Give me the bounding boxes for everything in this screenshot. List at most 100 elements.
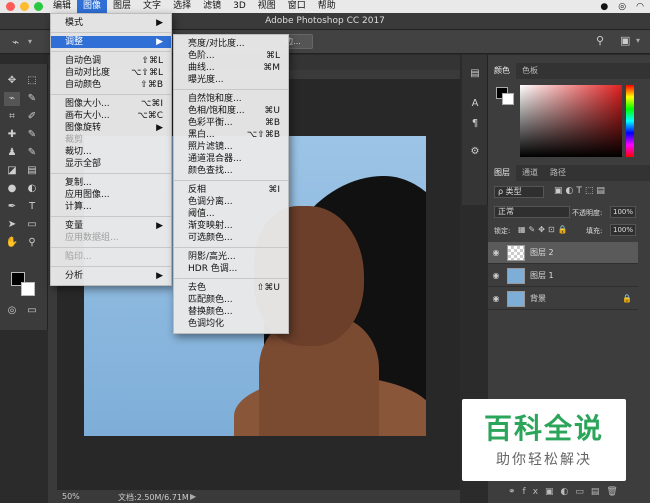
path-select-icon[interactable]: ➤ (4, 218, 20, 232)
menu-item[interactable]: 模式 ▶ (51, 17, 171, 29)
menu-item[interactable]: 通道混合器... (174, 153, 288, 165)
menu-layer[interactable]: 图层 (107, 0, 137, 13)
layer-row[interactable]: ◉ 背景 🔒 (488, 288, 638, 310)
bg-color-chip[interactable] (502, 93, 514, 105)
workspace-dropdown-icon[interactable]: ▾ (636, 36, 640, 45)
layer-kind-filter[interactable]: ρ 类型 (494, 186, 544, 198)
minimize-window-icon[interactable] (20, 2, 29, 11)
tab-layers[interactable]: 图层 (488, 165, 516, 181)
lasso-tool-icon[interactable]: ⌁ (4, 92, 20, 106)
weibo-icon[interactable]: ◎ (618, 2, 626, 12)
menu-item[interactable]: 亮度/对比度... (174, 38, 288, 50)
dodge-tool-icon[interactable]: ◐ (24, 182, 40, 196)
menu-item[interactable]: 色阶... ⌘L (174, 50, 288, 62)
quick-select-tool-icon[interactable]: ✎ (24, 92, 40, 106)
menu-item[interactable]: 色相/饱和度... ⌘U (174, 105, 288, 117)
menu-help[interactable]: 帮助 (312, 0, 342, 13)
menu-item[interactable]: 反相 ⌘I (174, 184, 288, 196)
menu-image[interactable]: 图像 (77, 0, 108, 13)
paragraph-panel-icon[interactable]: ¶ (467, 117, 483, 131)
menu-item[interactable]: 调整 ▶ (51, 36, 171, 48)
menu-type[interactable]: 文字 (137, 0, 167, 13)
blend-mode-select[interactable]: 正常 (494, 206, 570, 218)
brush-tool-icon[interactable]: ✎ (24, 128, 40, 142)
lock-icons[interactable]: ▦✎✥⊡🔒 (518, 225, 571, 234)
menu-item[interactable]: 复制... (51, 177, 171, 189)
tab-paths[interactable]: 路径 (544, 165, 572, 181)
type-tool-icon[interactable]: T (24, 200, 40, 214)
layer-filter-icons[interactable]: ▣◐T⬚▤ (554, 186, 608, 196)
crop-tool-icon[interactable]: ⌗ (4, 110, 20, 124)
layer-row[interactable]: ◉ 图层 2 (488, 242, 638, 264)
opacity-input[interactable]: 100% (610, 206, 636, 218)
qq-icon[interactable]: ● (600, 2, 608, 12)
gradient-tool-icon[interactable]: ▤ (24, 164, 40, 178)
menu-item[interactable]: 自动对比度 ⌥⇧⌘L (51, 67, 171, 79)
zoom-tool-icon[interactable]: ⚲ (24, 236, 40, 250)
status-arrow-icon[interactable]: ▶ (190, 492, 196, 501)
hue-slider[interactable] (626, 85, 634, 157)
menu-item[interactable]: 自然饱和度... (174, 93, 288, 105)
menu-item[interactable]: 黑白... ⌥⇧⌘B (174, 129, 288, 141)
menu-item[interactable]: 分析 ▶ (51, 270, 171, 282)
zoom-window-icon[interactable] (34, 2, 43, 11)
menu-item[interactable]: 应用图像... (51, 189, 171, 201)
blur-tool-icon[interactable]: ● (4, 182, 20, 196)
menu-select[interactable]: 选择 (167, 0, 197, 13)
menu-item[interactable]: HDR 色调... (174, 263, 288, 275)
menu-item[interactable]: 曲线... ⌘M (174, 62, 288, 74)
menu-item[interactable]: 阈值... (174, 208, 288, 220)
menu-item[interactable]: 色调均化 (174, 318, 288, 330)
wifi-icon[interactable]: ◠ (636, 2, 644, 12)
close-window-icon[interactable] (6, 2, 15, 11)
tab-channels[interactable]: 通道 (516, 165, 544, 181)
menu-item[interactable]: 照片滤镜... (174, 141, 288, 153)
healing-brush-icon[interactable]: ✚ (4, 128, 20, 142)
menu-filter[interactable]: 滤镜 (197, 0, 227, 13)
tab-swatches[interactable]: 色板 (516, 63, 544, 79)
move-tool-icon[interactable]: ✥ (4, 74, 20, 88)
shape-tool-icon[interactable]: ▭ (24, 218, 40, 232)
clone-stamp-icon[interactable]: ♟ (4, 146, 20, 160)
character-panel-icon[interactable]: A (467, 97, 483, 111)
visibility-eye-icon[interactable]: ◉ (488, 271, 504, 280)
menu-item[interactable]: 变量 ▶ (51, 220, 171, 232)
menu-item[interactable]: 显示全部 (51, 158, 171, 170)
menu-view[interactable]: 视图 (252, 0, 282, 13)
search-icon[interactable]: ⚲ (596, 34, 604, 47)
menu-item[interactable]: 阴影/高光... (174, 251, 288, 263)
menu-item[interactable]: 颜色查找... (174, 165, 288, 177)
menu-3d[interactable]: 3D (227, 0, 252, 13)
menu-item[interactable]: 自动颜色 ⇧⌘B (51, 79, 171, 91)
color-spectrum[interactable] (520, 85, 622, 157)
menu-item[interactable]: 图像大小... ⌥⌘I (51, 98, 171, 110)
eraser-tool-icon[interactable]: ◪ (4, 164, 20, 178)
menu-item[interactable]: 色调分离... (174, 196, 288, 208)
menu-item[interactable]: 曝光度... (174, 74, 288, 86)
menu-item[interactable]: 匹配颜色... (174, 294, 288, 306)
menu-item[interactable]: 图像旋转 ▶ (51, 122, 171, 134)
marquee-tool-icon[interactable]: ⬚ (24, 74, 40, 88)
menu-window[interactable]: 窗口 (282, 0, 312, 13)
screen-mode-icon[interactable]: ▭ (24, 304, 40, 318)
menu-item[interactable]: 可选颜色... (174, 232, 288, 244)
history-brush-icon[interactable]: ✎ (24, 146, 40, 160)
zoom-level[interactable]: 50% (62, 492, 80, 501)
pen-tool-icon[interactable]: ✒ (4, 200, 20, 214)
menu-item[interactable]: 裁切... (51, 146, 171, 158)
workspace-icon[interactable]: ▣ (620, 34, 630, 47)
properties-panel-icon[interactable]: ⚙ (467, 145, 483, 159)
quick-mask-icon[interactable]: ◎ (4, 304, 20, 318)
background-color-swatch[interactable] (21, 282, 35, 296)
menu-edit[interactable]: 编辑 (47, 0, 77, 13)
hand-tool-icon[interactable]: ✋ (4, 236, 20, 250)
menu-item[interactable]: 计算... (51, 201, 171, 213)
layer-row[interactable]: ◉ 图层 1 (488, 265, 638, 287)
visibility-eye-icon[interactable]: ◉ (488, 248, 504, 257)
menu-item[interactable]: 自动色调 ⇧⌘L (51, 55, 171, 67)
fill-input[interactable]: 100% (610, 224, 636, 236)
menu-item[interactable]: 画布大小... ⌥⌘C (51, 110, 171, 122)
menu-item[interactable]: 去色 ⇧⌘U (174, 282, 288, 294)
visibility-eye-icon[interactable]: ◉ (488, 294, 504, 303)
tab-color[interactable]: 颜色 (488, 63, 516, 79)
